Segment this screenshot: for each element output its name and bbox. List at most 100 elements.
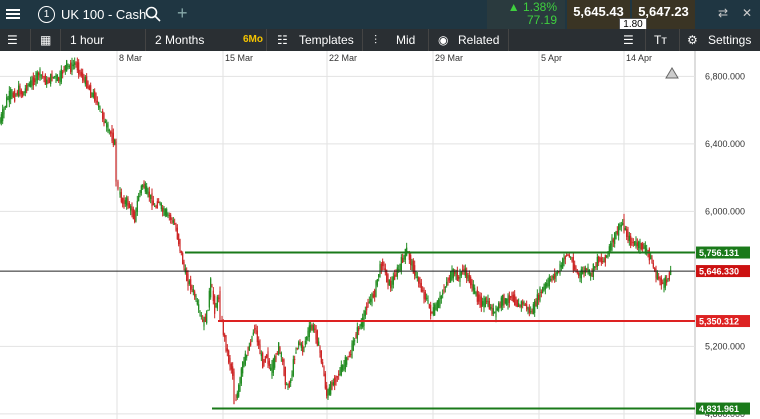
candle-body [332, 382, 334, 385]
candle-body [200, 315, 202, 317]
search-icon[interactable] [145, 6, 161, 22]
candle-body [119, 191, 121, 195]
candle-body [140, 185, 142, 194]
candle-body [160, 203, 162, 210]
settings-icon[interactable]: ⚙ [687, 29, 698, 51]
range-selector[interactable]: 2 Months [155, 29, 204, 51]
candle-body [632, 242, 634, 244]
candle-body [224, 334, 226, 338]
candle-body [272, 358, 274, 373]
candle-body [327, 389, 329, 399]
candle-body [162, 207, 164, 212]
related-button[interactable]: Related [458, 29, 499, 51]
indicators-icon[interactable]: ☰ [623, 29, 634, 51]
candle-body [278, 342, 280, 355]
candle-body [335, 375, 337, 383]
candle-body [266, 354, 268, 358]
candle-body [264, 356, 266, 362]
candle-body [22, 91, 24, 97]
expand-icon[interactable]: ⇄ [718, 6, 728, 20]
candle-body [82, 72, 84, 81]
candle-body [47, 81, 49, 84]
candle-body [355, 334, 357, 339]
add-tab-icon[interactable]: + [177, 3, 188, 24]
interval-selector[interactable]: 1 hour [70, 29, 104, 51]
candle-body [120, 192, 122, 202]
candle-body [139, 190, 141, 195]
candle-body [627, 231, 629, 241]
candle-body [566, 254, 568, 256]
price-type-selector[interactable]: Mid [396, 29, 415, 51]
candle-body [595, 262, 597, 267]
candle-body [179, 239, 181, 252]
instrument-selector[interactable]: 1 UK 100 - Cash [38, 6, 146, 23]
candle-body [543, 286, 545, 291]
candle-body [599, 257, 601, 262]
candle-body [78, 62, 80, 75]
candle-body [48, 78, 50, 84]
candle-body [340, 364, 342, 376]
candle-body [330, 382, 332, 395]
candle-body [135, 207, 137, 221]
related-icon[interactable]: ◉ [438, 29, 448, 51]
candle-body [174, 223, 176, 225]
candle-body [316, 330, 318, 346]
candle-body [646, 248, 648, 251]
candle-body [250, 341, 252, 346]
candle-body [362, 317, 364, 327]
text-size-icon[interactable]: Tт [654, 29, 667, 51]
candle-body [186, 271, 188, 281]
candle-body [115, 141, 117, 182]
candle-body [239, 377, 241, 392]
candle-body [540, 291, 542, 293]
candle-body [240, 368, 242, 384]
candle-body [483, 299, 485, 309]
candle-body [154, 206, 156, 208]
candle-body [508, 295, 510, 303]
layout-grid-icon[interactable]: ▦ [40, 29, 51, 51]
candle-body [638, 241, 640, 249]
templates-icon[interactable]: ☷ [277, 29, 288, 51]
candle-body [624, 227, 626, 231]
candle-body [532, 304, 534, 315]
candle-type-icon[interactable]: ⫶ [374, 29, 377, 51]
candle-body [431, 311, 433, 313]
y-tick-label: 6,800.000 [705, 71, 745, 81]
settings-button[interactable]: Settings [708, 29, 751, 51]
list-icon[interactable]: ☰ [7, 29, 18, 51]
candle-body [172, 220, 174, 223]
candle-body [659, 277, 661, 282]
candle-body [616, 231, 618, 234]
candle-body [411, 261, 413, 267]
candle-body [439, 295, 441, 306]
candle-body [366, 306, 368, 311]
candle-body [394, 274, 396, 280]
candle-body [579, 272, 581, 278]
candle-body [156, 201, 158, 209]
candle-body [506, 298, 508, 305]
candle-body [568, 255, 570, 258]
candle-body [426, 297, 428, 299]
menu-icon[interactable] [6, 7, 20, 21]
candle-body [368, 301, 370, 304]
price-chart[interactable]: 8 Mar 15 Mar 22 Mar 29 Mar 5 Apr 14 Apr 6,800… [0, 51, 760, 419]
candle-body [229, 357, 231, 367]
candle-body [35, 72, 37, 85]
range-6mo-badge[interactable]: 6Mo [243, 29, 263, 51]
candle-body [94, 91, 96, 101]
close-icon[interactable]: ✕ [742, 6, 752, 20]
candle-body [254, 328, 256, 330]
candle-body [210, 278, 212, 298]
candle-body [458, 276, 460, 279]
candle-body [0, 114, 2, 123]
candle-body [196, 300, 198, 305]
candle-body [315, 325, 317, 340]
templates-button[interactable]: Templates [299, 29, 354, 51]
candle-body [50, 73, 52, 84]
candle-body [39, 69, 41, 78]
candle-body [396, 267, 398, 277]
candle-body [236, 392, 238, 398]
candle-body [276, 352, 278, 354]
candle-body [626, 229, 628, 238]
candle-body [614, 232, 616, 244]
